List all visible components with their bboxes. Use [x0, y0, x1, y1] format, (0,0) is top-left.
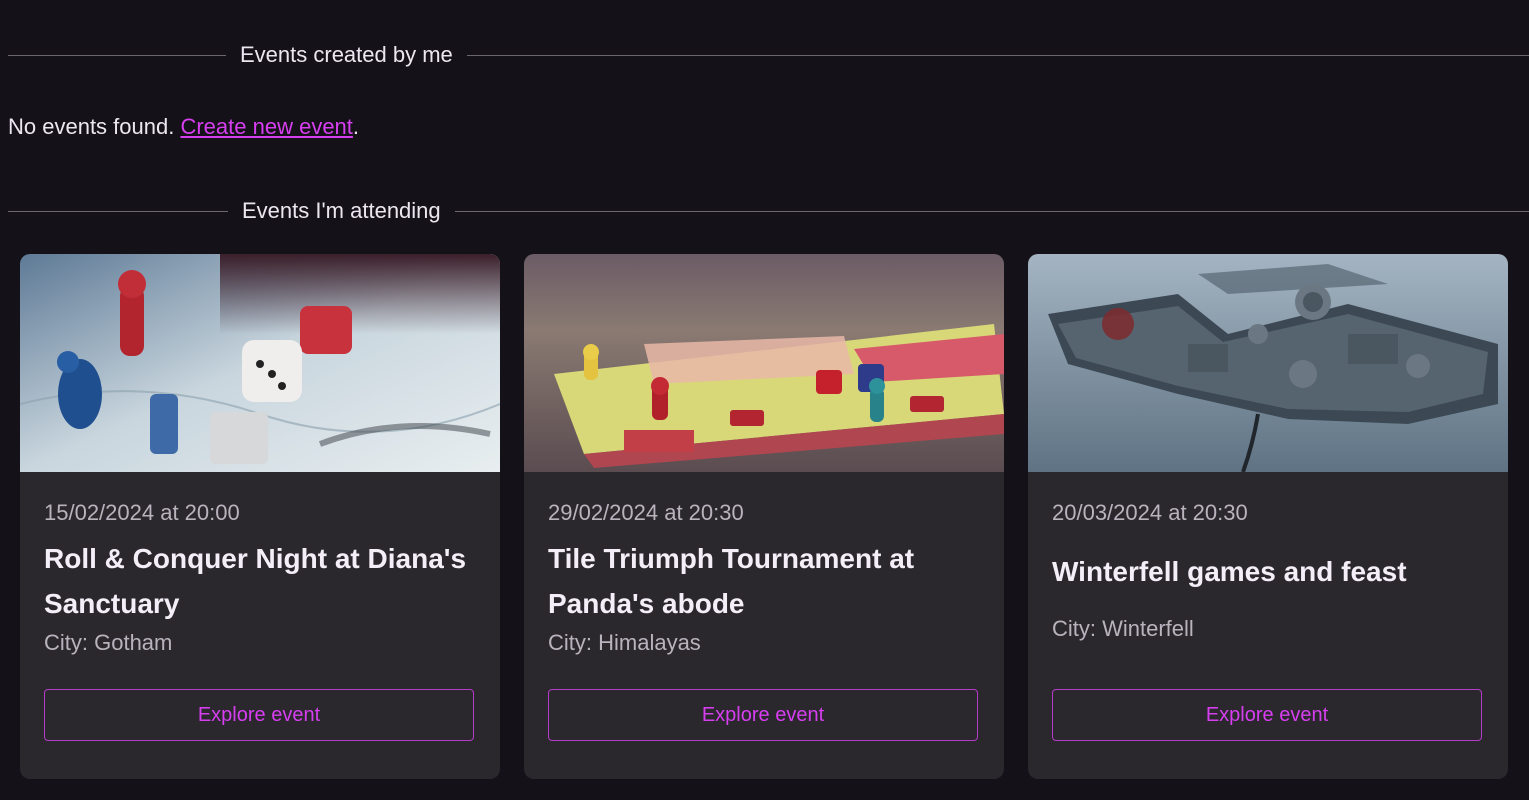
- event-card: 15/02/2024 at 20:00 Roll & Conquer Night…: [20, 254, 500, 779]
- snowy-castle-photo: [1028, 254, 1508, 472]
- section-divider-attending: Events I'm attending: [8, 198, 1529, 224]
- trailing-period: .: [352, 114, 360, 139]
- event-date: 29/02/2024 at 20:30: [548, 500, 744, 525]
- event-card-body: 29/02/2024 at 20:30 Tile Triumph Tournam…: [548, 472, 980, 779]
- event-date: 20/03/2024 at 20:30: [1052, 500, 1248, 525]
- divider-line: [466, 54, 1529, 56]
- event-title: Tile Triumph Tournament at Panda's abode: [548, 543, 915, 619]
- no-events-message: No events found. Create new event.: [8, 114, 359, 140]
- event-title: Winterfell games and feast: [1052, 556, 1407, 587]
- event-city: City: Winterfell: [1052, 616, 1194, 641]
- event-city: City: Gotham: [44, 630, 173, 655]
- section-title-attending: Events I'm attending: [242, 198, 441, 223]
- divider-line: [8, 210, 228, 212]
- event-card-list: 15/02/2024 at 20:00 Roll & Conquer Night…: [20, 254, 1508, 779]
- section-divider-created: Events created by me: [8, 42, 1529, 68]
- section-title-created: Events created by me: [240, 42, 453, 67]
- event-card-body: 20/03/2024 at 20:30 Winterfell games and…: [1052, 472, 1484, 779]
- event-card: 29/02/2024 at 20:30 Tile Triumph Tournam…: [524, 254, 1004, 779]
- board-game-dice-photo: [20, 254, 500, 472]
- divider-line: [8, 54, 226, 56]
- divider-line: [454, 210, 1529, 212]
- event-card: 20/03/2024 at 20:30 Winterfell games and…: [1028, 254, 1508, 779]
- explore-event-button[interactable]: Explore event: [44, 689, 474, 741]
- event-date: 15/02/2024 at 20:00: [44, 500, 240, 525]
- no-events-text: No events found.: [8, 114, 175, 139]
- event-card-body: 15/02/2024 at 20:00 Roll & Conquer Night…: [44, 472, 476, 779]
- explore-event-button[interactable]: Explore event: [548, 689, 978, 741]
- monopoly-board-photo: [524, 254, 1004, 472]
- event-title: Roll & Conquer Night at Diana's Sanctuar…: [44, 543, 467, 619]
- create-new-event-link[interactable]: Create new event: [180, 114, 352, 139]
- explore-event-button[interactable]: Explore event: [1052, 689, 1482, 741]
- event-city: City: Himalayas: [548, 630, 701, 655]
